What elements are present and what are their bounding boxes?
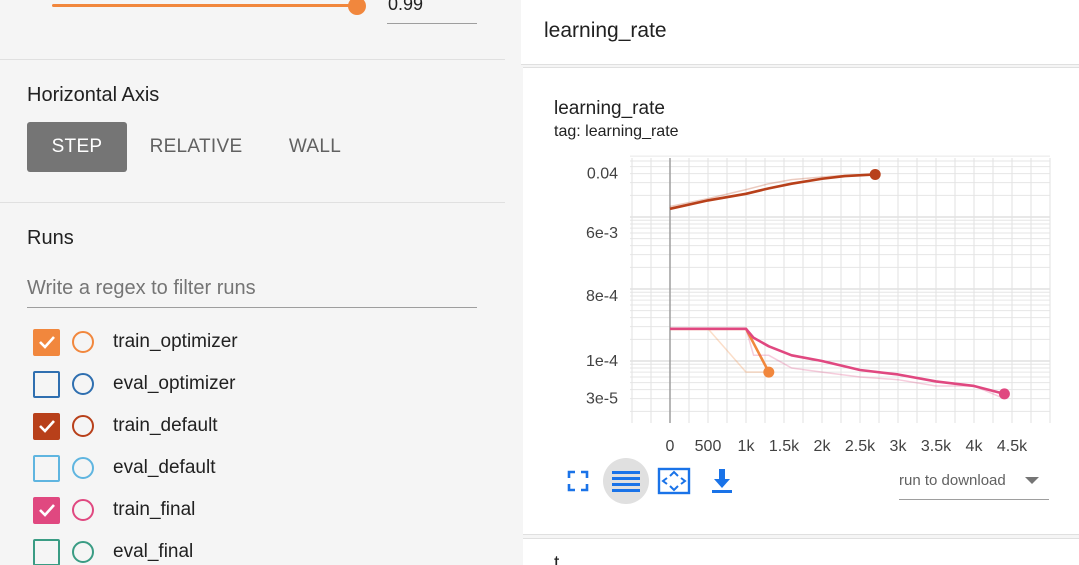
x-tick-label: 4k bbox=[966, 438, 984, 455]
card-group-header[interactable]: learning_rate bbox=[521, 0, 1079, 65]
series-train-optimizer-raw-line bbox=[670, 328, 769, 373]
run-checkbox[interactable] bbox=[33, 538, 60, 565]
download-icon bbox=[712, 469, 732, 493]
run-filter-input[interactable] bbox=[27, 270, 477, 308]
run-label: eval_optimizer bbox=[113, 373, 236, 394]
card-group-title: learning_rate bbox=[544, 19, 667, 42]
settings-sidebar: 0.99 Horizontal Axis STEP RELATIVE WALL … bbox=[0, 0, 505, 565]
checkmark-icon bbox=[38, 504, 55, 517]
series-train-default-end-point bbox=[869, 168, 881, 180]
toggle-log-scale-button[interactable] bbox=[603, 458, 649, 504]
log-scale-icon bbox=[612, 471, 640, 492]
next-scalar-card: t bbox=[523, 538, 1079, 565]
divider bbox=[0, 202, 505, 203]
run-item-train-final[interactable]: train_final bbox=[33, 495, 195, 525]
axis-wall-button[interactable]: WALL bbox=[268, 122, 362, 172]
run-color-swatch[interactable] bbox=[72, 331, 94, 353]
smoothing-slider-track[interactable] bbox=[52, 4, 360, 7]
run-color-swatch[interactable] bbox=[72, 373, 94, 395]
checkmark-icon bbox=[38, 420, 55, 433]
x-tick-label: 2k bbox=[814, 438, 832, 455]
next-card-title: t bbox=[554, 553, 560, 565]
x-tick-label: 0 bbox=[666, 438, 675, 455]
run-item-train-optimizer[interactable]: train_optimizer bbox=[33, 327, 238, 357]
scalar-card: learning_rate tag: learning_rate 0.04 6e-… bbox=[523, 67, 1079, 535]
y-tick-label: 1e-4 bbox=[586, 353, 618, 370]
run-download-select[interactable]: run to download bbox=[899, 460, 1049, 500]
y-tick-label: 8e-4 bbox=[586, 288, 618, 305]
runs-title: Runs bbox=[27, 227, 74, 249]
run-color-swatch[interactable] bbox=[72, 499, 94, 521]
run-item-eval-default[interactable]: eval_default bbox=[33, 453, 215, 483]
smoothing-value-input[interactable]: 0.99 bbox=[387, 0, 477, 24]
smoothing-slider-thumb[interactable] bbox=[347, 0, 366, 15]
x-tick-label: 1.5k bbox=[769, 438, 800, 455]
series-train-optimizer-end-point bbox=[763, 366, 775, 378]
run-label: eval_final bbox=[113, 541, 194, 562]
checkmark-icon bbox=[38, 336, 55, 349]
x-tick-label: 4.5k bbox=[997, 438, 1028, 455]
divider bbox=[0, 59, 505, 60]
fullscreen-button[interactable] bbox=[555, 458, 601, 504]
chevron-down-icon bbox=[1025, 477, 1039, 484]
y-tick-label: 3e-5 bbox=[586, 391, 618, 408]
learning-rate-chart[interactable]: 0.04 6e-3 8e-4 1e-4 3e-5 0 500 1k 1.5k 2k 2.5k 3k 3.… bbox=[523, 68, 1079, 468]
run-checkbox[interactable] bbox=[33, 412, 60, 440]
run-color-swatch[interactable] bbox=[72, 541, 94, 563]
x-tick-label: 2.5k bbox=[845, 438, 876, 455]
x-tick-label: 3.5k bbox=[921, 438, 952, 455]
series-train-default-smoothed-line bbox=[669, 173, 876, 211]
axis-step-button[interactable]: STEP bbox=[27, 122, 127, 172]
run-checkbox[interactable] bbox=[33, 328, 60, 356]
fit-domain-icon bbox=[657, 467, 691, 495]
run-label: train_default bbox=[113, 415, 218, 436]
horizontal-axis-title: Horizontal Axis bbox=[27, 84, 160, 106]
series-train-optimizer-smoothed-line bbox=[670, 327, 770, 373]
y-tick-label: 6e-3 bbox=[586, 225, 618, 242]
run-label: eval_default bbox=[113, 457, 216, 478]
run-label: train_final bbox=[113, 499, 196, 520]
scalars-panel: learning_rate learning_rate tag: learnin… bbox=[521, 0, 1079, 565]
run-download-select-label: run to download bbox=[899, 472, 1006, 489]
run-item-eval-optimizer[interactable]: eval_optimizer bbox=[33, 369, 236, 399]
fullscreen-icon bbox=[567, 470, 589, 492]
series-train-final-end-point bbox=[998, 388, 1010, 400]
run-label: train_optimizer bbox=[113, 331, 238, 352]
run-checkbox[interactable] bbox=[33, 496, 60, 524]
run-item-train-default[interactable]: train_default bbox=[33, 411, 218, 441]
x-tick-label: 500 bbox=[695, 438, 722, 455]
download-button[interactable] bbox=[699, 458, 745, 504]
run-color-swatch[interactable] bbox=[72, 457, 94, 479]
x-tick-label: 3k bbox=[890, 438, 908, 455]
y-tick-label: 0.04 bbox=[587, 166, 618, 183]
run-checkbox[interactable] bbox=[33, 454, 60, 482]
run-color-swatch[interactable] bbox=[72, 415, 94, 437]
run-item-eval-final[interactable]: eval_final bbox=[33, 537, 193, 565]
x-tick-label: 1k bbox=[738, 438, 756, 455]
fit-domain-button[interactable] bbox=[651, 458, 697, 504]
axis-relative-button[interactable]: RELATIVE bbox=[138, 122, 254, 172]
run-checkbox[interactable] bbox=[33, 370, 60, 398]
